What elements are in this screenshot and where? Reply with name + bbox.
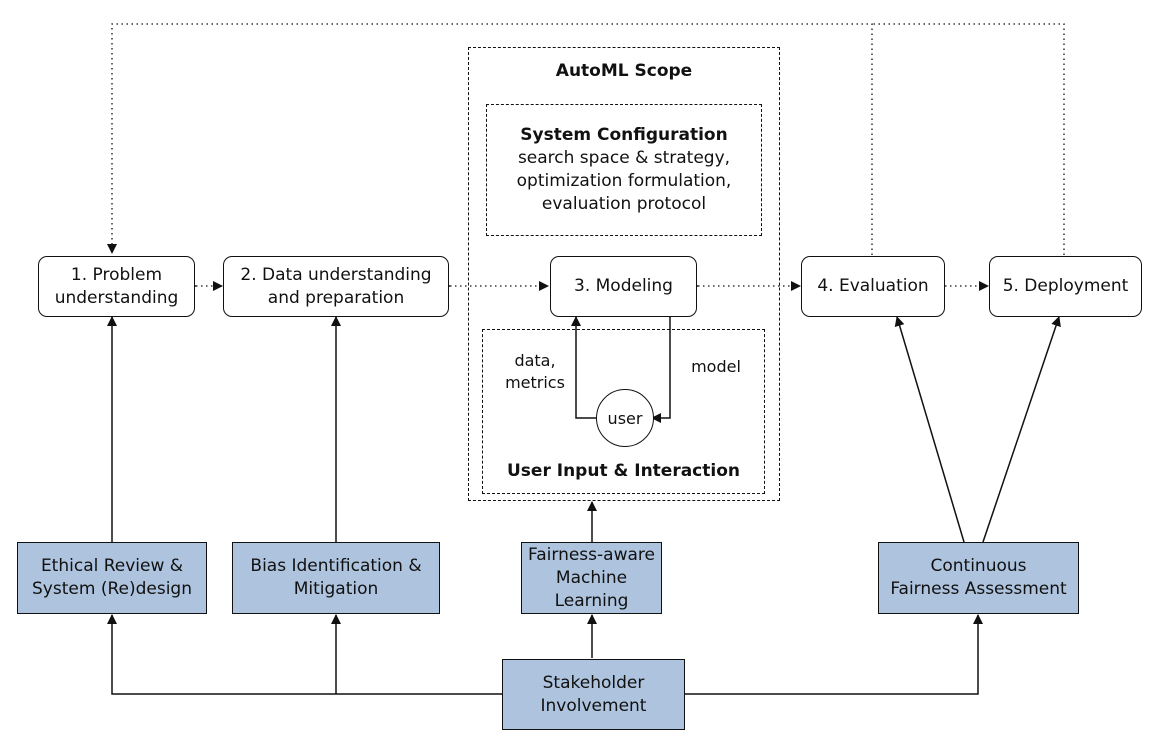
fairness-label: Mitigation: [293, 579, 379, 599]
edge-stakeholder-f1: [107, 614, 502, 695]
fairness-label: Ethical Review &: [40, 556, 184, 576]
feedback-loop-line-deployment: [872, 23, 1065, 260]
fairness-ethical-review[interactable]: Ethical Review & System (Re)design: [17, 542, 207, 614]
fairness-continuous-assessment[interactable]: Continuous Fairness Assessment: [878, 542, 1079, 614]
edge-f4-p5: [982, 316, 1061, 543]
phase-label: 2. Data understanding: [240, 264, 432, 285]
edge-f4-p4: [894, 316, 965, 543]
fairness-label: Fairness Assessment: [890, 579, 1067, 599]
edge-label-line: data,: [514, 351, 556, 370]
user-node-label: user: [607, 408, 643, 428]
stakeholder-involvement[interactable]: Stakeholder Involvement: [502, 659, 685, 730]
phase-label: 5. Deployment: [1002, 276, 1129, 296]
phase-data-understanding[interactable]: 2. Data understanding and preparation: [223, 256, 449, 317]
user-node[interactable]: user: [596, 389, 654, 447]
fairness-bias-identification[interactable]: Bias Identification & Mitigation: [232, 542, 440, 614]
stakeholder-label: Stakeholder Involvement: [540, 672, 647, 716]
fairness-label: Machine Learning: [554, 567, 629, 611]
phase-label: and preparation: [267, 287, 405, 308]
phase-label: understanding: [54, 287, 179, 308]
phase-problem-understanding[interactable]: 1. Problem understanding: [38, 256, 195, 317]
edge-label-model: model: [691, 357, 741, 376]
edge-label-data-metrics: data, metrics: [496, 350, 574, 394]
fairness-label: System (Re)design: [32, 579, 192, 599]
phase-label: 4. Evaluation: [817, 276, 929, 296]
phase-modeling[interactable]: 3. Modeling: [550, 256, 697, 317]
phase-evaluation[interactable]: 4. Evaluation: [801, 256, 945, 317]
phase-deployment[interactable]: 5. Deployment: [989, 256, 1142, 317]
system-configuration-line: optimization formulation,: [516, 171, 732, 191]
automl-scope-title: AutoML Scope: [555, 61, 693, 81]
edge-stakeholder-f4: [685, 614, 983, 695]
phase-label: 3. Modeling: [574, 276, 673, 296]
fairness-label: Fairness-aware: [528, 544, 655, 565]
system-configuration-line: search space & strategy,: [517, 148, 731, 168]
user-interaction-title: User Input & Interaction: [507, 461, 740, 481]
system-configuration-title: System Configuration: [520, 125, 728, 145]
phase-label: 1. Problem: [70, 264, 163, 285]
edge-label-line: metrics: [505, 373, 565, 392]
fairness-label: Bias Identification &: [250, 556, 422, 576]
fairness-aware-ml[interactable]: Fairness-aware Machine Learning: [521, 542, 662, 614]
system-configuration-box: System Configuration search space & stra…: [486, 104, 762, 236]
fairness-label: Continuous: [930, 556, 1027, 576]
system-configuration-line: evaluation protocol: [541, 194, 707, 214]
